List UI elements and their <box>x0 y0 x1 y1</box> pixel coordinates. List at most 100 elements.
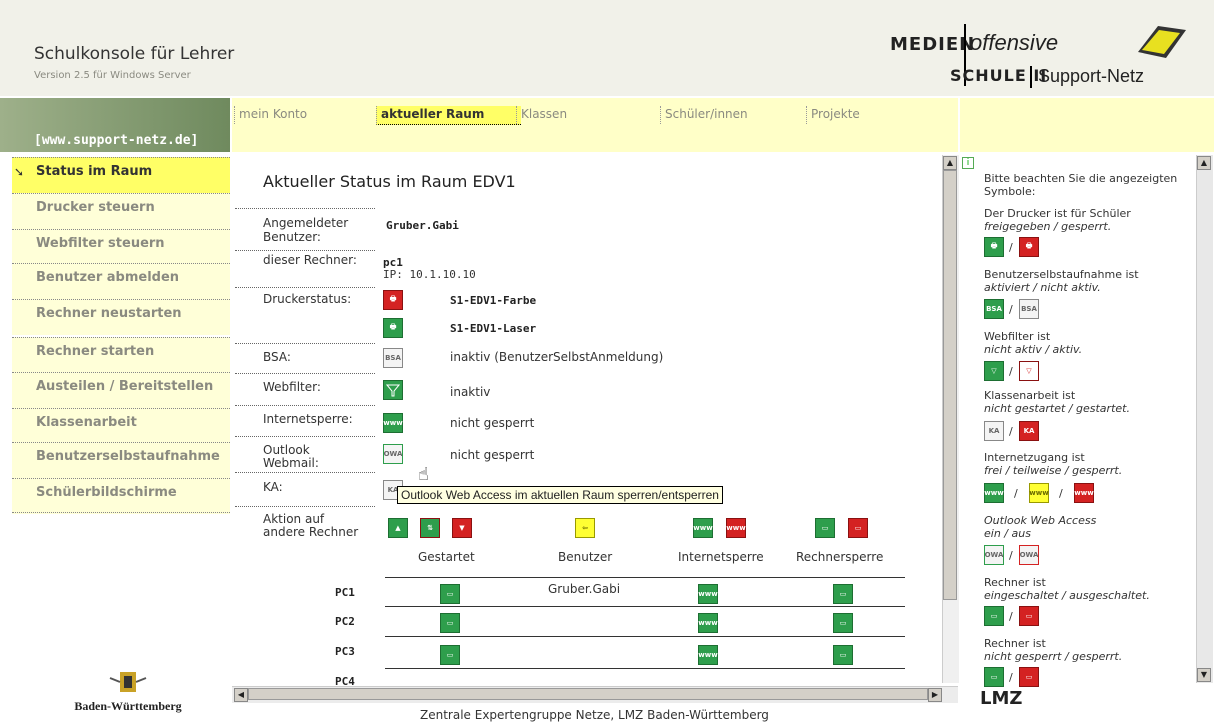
www-free-icon: www <box>984 483 1004 503</box>
legend-printer-i: freigegeben / gesperrt. <box>984 220 1112 233</box>
owa-icon[interactable]: OWA <box>383 444 403 464</box>
tab-schueler[interactable]: Schüler/innen <box>660 106 809 124</box>
pc-unlock-icon[interactable]: ▭ <box>815 518 835 538</box>
page-title: Aktueller Status im Raum EDV1 <box>263 172 516 191</box>
pc-unlock-icon[interactable]: ▭ <box>833 613 853 633</box>
internet-label: Internetsperre: <box>263 412 353 426</box>
bsa-icon[interactable]: BSA <box>383 348 403 368</box>
www-icon[interactable]: www <box>383 413 403 433</box>
tab-aktueller-raum[interactable]: aktueller Raum <box>376 106 521 125</box>
scroll-thumb[interactable] <box>943 170 957 600</box>
printer-locked-icon: 🖶 <box>1019 237 1039 257</box>
legend-owa-i: Outlook Web Access <box>984 514 1097 527</box>
sidebar-item-neustarten[interactable]: Rechner neustarten <box>12 299 230 335</box>
hand-cursor-icon: ☝ <box>418 464 429 485</box>
www-icon[interactable]: www <box>698 613 718 633</box>
restart-icon[interactable]: ⇅ <box>420 518 440 538</box>
sidebar-item-bildschirme[interactable]: Schülerbildschirme <box>12 478 230 514</box>
legend-owa-i2: ein / aus <box>984 527 1031 540</box>
internet-block-icon[interactable]: www <box>726 518 746 538</box>
printer-free-icon[interactable]: 🖶 <box>383 318 403 338</box>
printer-free-icon: 🖶 <box>984 237 1004 257</box>
user-label: Angemeldeter Benutzer: <box>263 216 349 244</box>
pc-unlock-icon[interactable]: ▭ <box>833 584 853 604</box>
owa-label-2: Webmail: <box>263 456 319 470</box>
internet-value: nicht gesperrt <box>450 416 535 430</box>
printer1-name: S1-EDV1-Farbe <box>450 294 537 307</box>
ka-on-icon: KA <box>1019 421 1039 441</box>
sidebar-item-webfilter[interactable]: Webfilter steuern <box>12 229 230 265</box>
info-icon: i <box>962 157 974 169</box>
printer2-name: S1-EDV1-Laser <box>450 322 537 335</box>
ka-label: KA: <box>263 480 283 494</box>
pointer-icon: ➘ <box>14 165 25 179</box>
sidebar-item-klassenarbeit[interactable]: Klassenarbeit <box>12 408 230 444</box>
sidebar-item-abmelden[interactable]: Benutzer abmelden <box>12 263 230 299</box>
sidebar-item-status[interactable]: ➘ Status im Raum <box>12 157 230 193</box>
scroll-up-icon[interactable]: ▲ <box>1197 156 1211 170</box>
bw-logo: Baden-Württemberg <box>48 668 208 721</box>
legend-bsa: Benutzerselbstaufnahme ist <box>984 268 1139 281</box>
col-gestartet: Gestartet <box>418 550 475 564</box>
h-scroll-thumb[interactable] <box>248 688 928 700</box>
right-header <box>960 98 1214 152</box>
scroll-right-icon[interactable]: ▶ <box>928 688 942 702</box>
col-rechnersperre: Rechnersperre <box>796 550 884 564</box>
www-icon[interactable]: www <box>698 584 718 604</box>
legend-bsa-i: aktiviert / nicht aktiv. <box>984 281 1101 294</box>
tab-klassen[interactable]: Klassen <box>516 106 663 124</box>
pc-unlock-icon[interactable]: ▭ <box>833 645 853 665</box>
banner-link[interactable]: [www.support-netz.de] <box>34 133 198 148</box>
pc-on-icon[interactable]: ▭ <box>440 584 460 604</box>
pc-lock-icon: ▭ <box>1019 667 1039 687</box>
pc-row-name: PC2 <box>335 615 355 628</box>
sidebar-item-starten[interactable]: Rechner starten <box>12 337 230 373</box>
filter-on-icon: ▽ <box>1019 361 1039 381</box>
legend-lock: Rechner ist <box>984 637 1046 650</box>
sidebar-item-drucker[interactable]: Drucker steuern <box>12 193 230 229</box>
bw-crest-icon <box>109 672 147 692</box>
pc-on-icon[interactable]: ▭ <box>440 645 460 665</box>
legend-inet: Internetzugang ist <box>984 451 1085 464</box>
pc-row-user: Gruber.Gabi <box>548 582 621 596</box>
start-icon[interactable]: ▲ <box>388 518 408 538</box>
printer-locked-icon[interactable]: 🖶 <box>383 290 403 310</box>
legend-pc: Rechner ist <box>984 576 1046 589</box>
owa-off-icon: OWA <box>1019 545 1039 565</box>
pc-on-icon[interactable]: ▭ <box>440 613 460 633</box>
filter-icon[interactable] <box>383 380 403 400</box>
legend-web: Webfilter ist <box>984 330 1051 343</box>
ip-value: IP: 10.1.10.10 <box>383 268 476 281</box>
right-vertical-scrollbar[interactable] <box>1196 155 1213 683</box>
tab-mein-konto[interactable]: mein Konto <box>234 106 383 124</box>
pc-lock-icon[interactable]: ▭ <box>848 518 868 538</box>
bsa-off-icon: BSA <box>1019 299 1039 319</box>
pc-label: dieser Rechner: <box>263 253 357 267</box>
bsa-value: inaktiv (BenutzerSelbstAnmeldung) <box>450 350 664 364</box>
legend-inet-i: frei / teilweise / gesperrt. <box>984 464 1123 477</box>
sidebar-divider <box>12 512 230 513</box>
pc-row-name: PC1 <box>335 586 355 599</box>
tab-projekte[interactable]: Projekte <box>806 106 955 124</box>
bsa-label: BSA: <box>263 350 291 364</box>
logout-icon[interactable]: ⇦ <box>575 518 595 538</box>
footer: Zentrale Expertengruppe Netze, LMZ Baden… <box>420 708 769 722</box>
www-icon[interactable]: www <box>698 645 718 665</box>
shutdown-icon[interactable]: ▼ <box>452 518 472 538</box>
tooltip: Outlook Web Access im aktuellen Raum spe… <box>397 486 723 504</box>
internet-allow-icon[interactable]: www <box>693 518 713 538</box>
legend-pc-i: eingeschaltet / ausgeschaltet. <box>984 589 1150 602</box>
filter-off-icon: ▽ <box>984 361 1004 381</box>
owa-value: nicht gesperrt <box>450 448 535 462</box>
sidebar-item-austeilen[interactable]: Austeilen / Bereitstellen <box>12 372 230 408</box>
scroll-down-icon[interactable]: ▼ <box>1197 668 1211 682</box>
app-title: Schulkonsole für Lehrer <box>34 44 235 64</box>
owa-label-1: Outlook <box>263 443 310 457</box>
scroll-up-icon[interactable]: ▲ <box>943 156 957 170</box>
pc-unlock-icon: ▭ <box>984 667 1004 687</box>
scroll-left-icon[interactable]: ◀ <box>234 688 248 702</box>
sidebar-item-bsa[interactable]: Benutzerselbstaufnahme <box>12 442 230 478</box>
lmz-logo: LMZ <box>980 688 1023 709</box>
pc-off-icon: ▭ <box>1019 606 1039 626</box>
medienoffensive-logo: MEDIEN offensive SCHULE II Support-Netz <box>890 18 1210 92</box>
